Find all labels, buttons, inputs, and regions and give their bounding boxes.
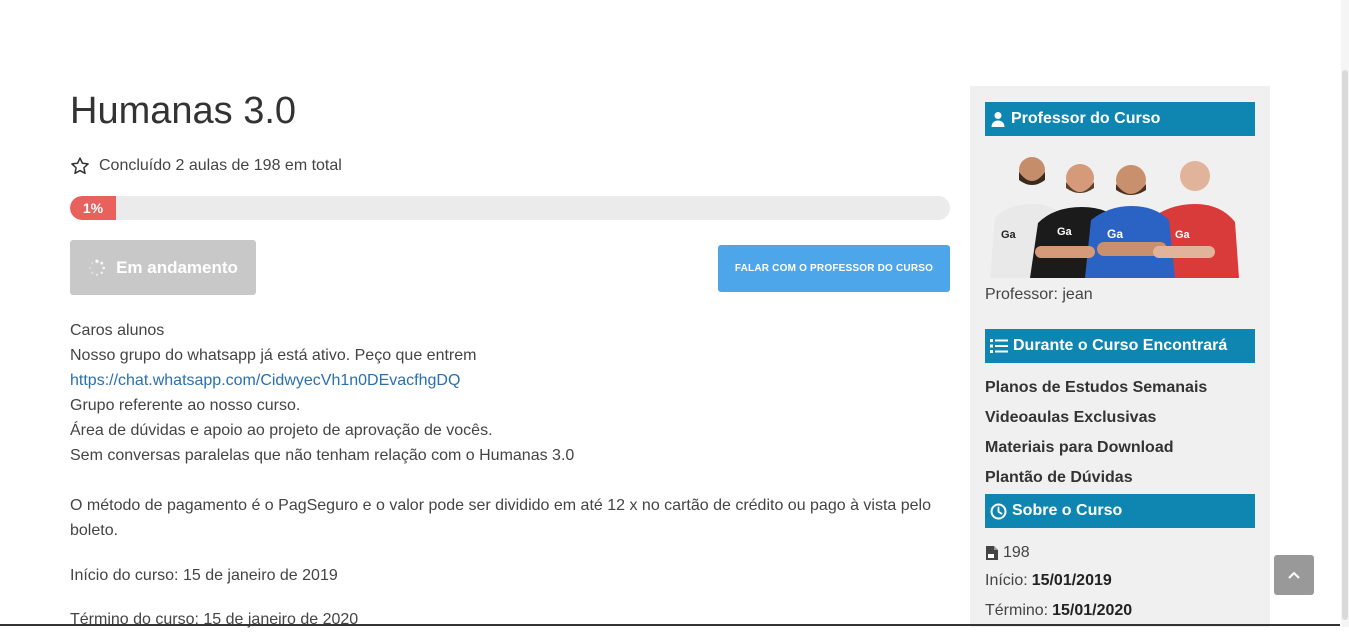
desc-line: Sem conversas paralelas que não tenham r… <box>70 447 575 464</box>
professors-photo: Ga Ga Ga Ga <box>990 157 1239 278</box>
svg-text:Ga: Ga <box>1057 226 1073 238</box>
scroll-to-top-button[interactable] <box>1274 555 1314 595</box>
clock-icon <box>990 503 1007 519</box>
desc-line: Caros alunos <box>70 322 165 339</box>
course-main: Humanas 3.0 Concluído 2 aulas de 198 em … <box>70 86 950 632</box>
contact-professor-button[interactable]: FALAR COM O PROFESSOR DO CURSO <box>718 245 950 292</box>
desc-line: Área de dúvidas e apoio ao projeto de ap… <box>70 422 493 439</box>
professor-name: Professor: jean <box>985 286 1093 303</box>
button-row: Em andamento FALAR COM O PROFESSOR DO CU… <box>70 240 950 296</box>
bottom-divider <box>0 624 1340 626</box>
whatsapp-link[interactable]: https://chat.whatsapp.com/CidwyecVh1n0DE… <box>70 372 460 389</box>
payment-info: O método de pagamento é o PagSeguro e o … <box>70 497 932 539</box>
feature-item: Planos de Estudos Semanais <box>985 379 1208 396</box>
user-icon <box>991 112 1005 127</box>
svg-text:Ga: Ga <box>1107 227 1123 241</box>
chevron-up-icon <box>1288 571 1300 579</box>
progress-fill: 1% <box>70 196 116 220</box>
about-info: 198 Início: 15/01/2019 Término: 15/01/2020 <box>985 539 1132 625</box>
progress-text: Concluído 2 aulas de 198 em total <box>99 157 342 174</box>
features-list: Planos de Estudos Semanais Videoaulas Ex… <box>985 373 1207 493</box>
start-date-row: Início: 15/01/2019 <box>985 572 1112 589</box>
feature-item: Videoaulas Exclusivas <box>985 409 1157 426</box>
course-description: Caros alunos Nosso grupo do whatsapp já … <box>70 318 950 632</box>
star-icon <box>71 157 89 175</box>
feature-item: Materiais para Download <box>985 439 1174 456</box>
page-title: Humanas 3.0 <box>70 90 297 132</box>
shirt-logo: Ga <box>1001 229 1017 241</box>
spinner-icon <box>89 259 106 276</box>
svg-text:Ga: Ga <box>1175 229 1191 241</box>
progress-bar: 1% <box>70 196 950 220</box>
end-info: Término do curso: 15 de janeiro de 2020 <box>70 611 359 628</box>
feature-item: Plantão de Dúvidas <box>985 469 1133 486</box>
scrollbar[interactable] <box>1341 0 1349 627</box>
progress-info: Concluído 2 aulas de 198 em total <box>70 154 950 178</box>
desc-line: Nosso grupo do whatsapp já está ativo. P… <box>70 347 477 364</box>
end-date-row: Término: 15/01/2020 <box>985 602 1133 619</box>
scrollbar-thumb[interactable] <box>1342 70 1348 620</box>
features-heading: Durante o Curso Encontrará <box>985 329 1255 363</box>
desc-line: Grupo referente ao nosso curso. <box>70 397 301 414</box>
start-info: Início do curso: 15 de janeiro de 2019 <box>70 567 338 584</box>
list-icon <box>990 339 1008 353</box>
lessons-count-row: 198 <box>985 539 1132 567</box>
status-button[interactable]: Em andamento <box>70 240 256 295</box>
sidebar: Professor do Curso Ga Ga Ga Ga Professor… <box>970 86 1270 627</box>
file-icon <box>986 546 998 560</box>
about-heading: Sobre o Curso <box>985 494 1255 528</box>
status-button-label: Em andamento <box>116 257 238 277</box>
professor-heading: Professor do Curso <box>985 102 1255 136</box>
